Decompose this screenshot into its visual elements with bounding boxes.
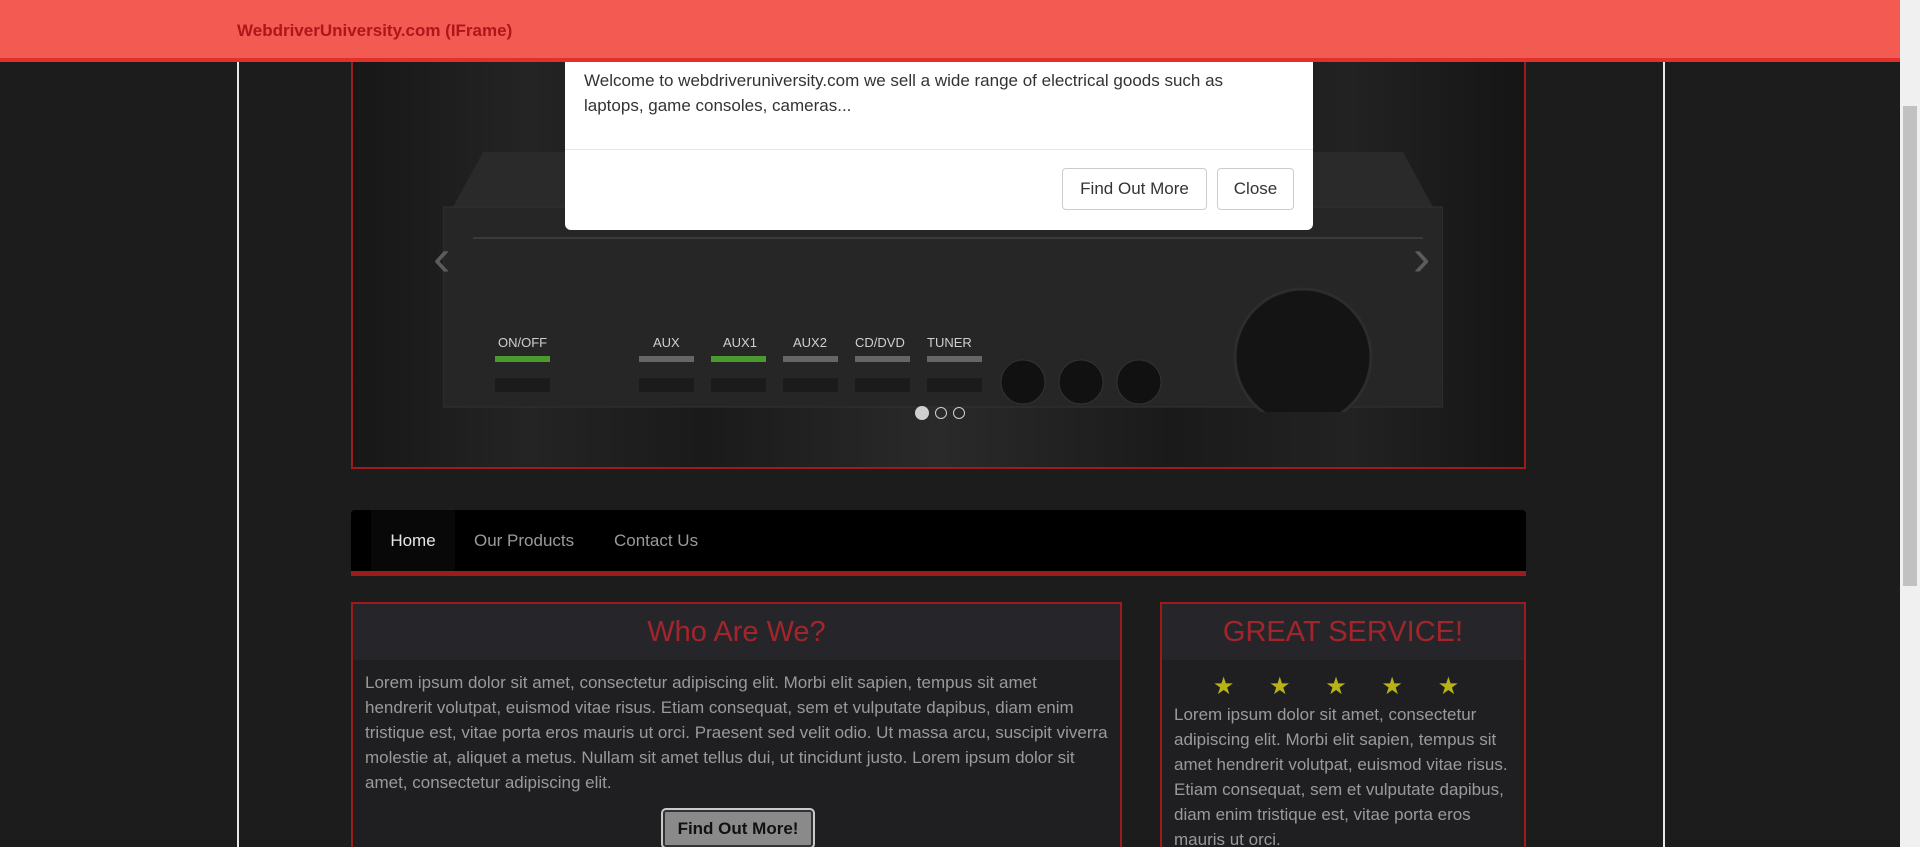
great-service-text: Lorem ipsum dolor sit amet, consectetur … <box>1174 705 1508 847</box>
svg-text:CD/DVD: CD/DVD <box>855 335 905 350</box>
find-out-more-button[interactable]: Find Out More <box>1062 168 1207 210</box>
who-are-we-panel: Who Are We? Lorem ipsum dolor sit amet, … <box>351 602 1122 847</box>
great-service-body: ★ ★ ★ ★ ★ Lorem ipsum dolor sit amet, co… <box>1162 660 1524 847</box>
scrollbar[interactable] <box>1900 0 1920 847</box>
star-rating-icon: ★ ★ ★ ★ ★ <box>1212 673 1474 700</box>
svg-text:AUX: AUX <box>653 335 680 350</box>
carousel-next-icon[interactable]: › <box>1413 232 1430 284</box>
carousel-indicator[interactable] <box>953 407 965 419</box>
brand-link[interactable]: WebdriverUniversity.com (IFrame) <box>237 21 512 41</box>
modal-body-text: Welcome to webdriveruniversity.com we se… <box>584 71 1224 115</box>
great-service-panel: GREAT SERVICE! ★ ★ ★ ★ ★ Lorem ipsum dol… <box>1160 602 1526 847</box>
nav-contact-us[interactable]: Contact Us <box>614 510 698 571</box>
main-navbar: Home Our Products Contact Us <box>351 510 1526 576</box>
svg-text:AUX2: AUX2 <box>793 335 827 350</box>
find-out-more-panel-button[interactable]: Find Out More! <box>661 808 815 847</box>
carousel-prev-icon[interactable]: ‹ <box>433 232 450 284</box>
top-navbar: WebdriverUniversity.com (IFrame) <box>0 0 1900 62</box>
svg-text:AUX1: AUX1 <box>723 335 757 350</box>
carousel-indicator[interactable] <box>935 407 947 419</box>
carousel-indicator[interactable] <box>915 406 929 420</box>
great-service-title: GREAT SERVICE! <box>1162 604 1524 660</box>
scrollbar-thumb[interactable] <box>1903 106 1917 586</box>
modal-footer <box>565 149 1313 150</box>
svg-text:TUNER: TUNER <box>927 335 972 350</box>
nav-home[interactable]: Home <box>371 510 455 571</box>
close-button[interactable]: Close <box>1217 168 1294 210</box>
nav-our-products[interactable]: Our Products <box>474 510 574 571</box>
svg-text:ON/OFF: ON/OFF <box>498 335 547 350</box>
who-are-we-title: Who Are We? <box>353 604 1120 660</box>
carousel-indicators <box>915 406 965 420</box>
